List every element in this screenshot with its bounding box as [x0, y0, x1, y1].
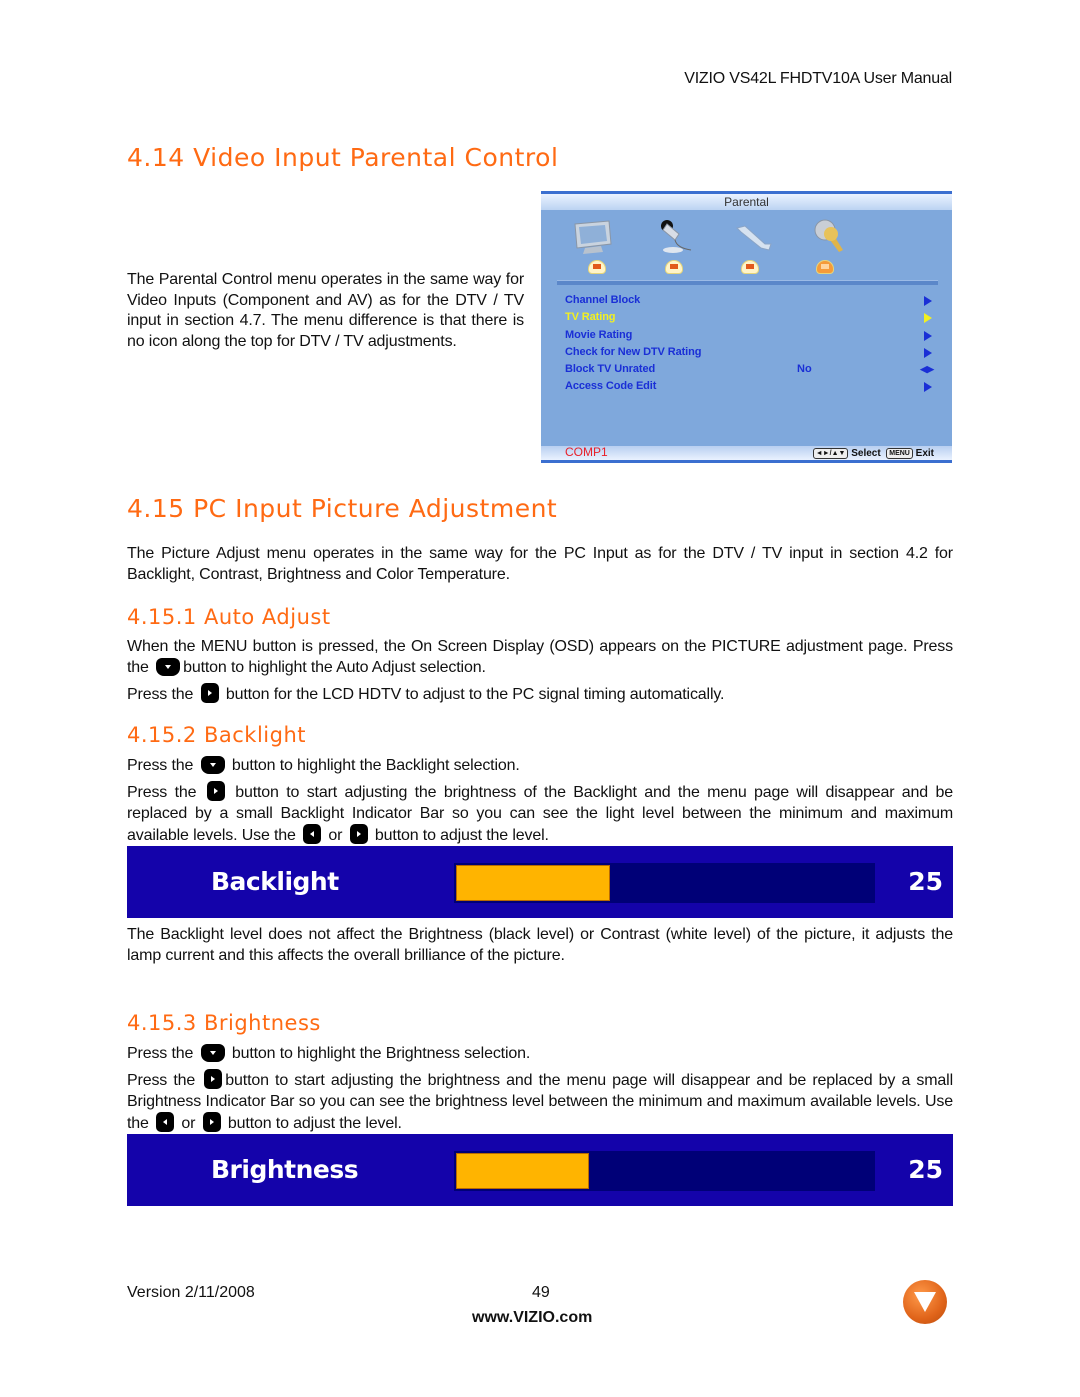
wrench-icon[interactable]	[731, 218, 775, 256]
brightness-paragraph-2: Press the button to start adjusting the …	[127, 1069, 953, 1135]
section-heading-backlight: 4.15.2 Backlight	[127, 723, 306, 747]
arrow-left-right-icon: ◀▶	[920, 364, 934, 374]
osd-tab-setup[interactable]	[741, 260, 759, 274]
text: Press the	[127, 1072, 202, 1089]
backlight-paragraph-3: The Backlight level does not affect the …	[127, 926, 953, 964]
osd-item-check-new-dtv-rating[interactable]: Check for New DTV Rating	[565, 346, 701, 358]
microphone-icon[interactable]	[655, 218, 699, 256]
brightness-slider-track[interactable]	[454, 1151, 875, 1191]
right-button-icon	[349, 824, 368, 844]
backlight-indicator-value: 25	[908, 867, 943, 896]
text: Press the	[127, 1045, 198, 1062]
right-button-icon	[206, 781, 225, 801]
text: or	[177, 1115, 200, 1132]
osd-item-movie-rating[interactable]: Movie Rating	[565, 329, 632, 341]
arrow-right-icon	[924, 348, 932, 358]
backlight-slider-track[interactable]	[454, 863, 875, 903]
backlight-indicator-bar: Backlight 25	[127, 846, 953, 918]
osd-item-channel-block[interactable]: Channel Block	[565, 294, 640, 306]
footer-version: Version 2/11/2008	[127, 1284, 255, 1301]
backlight-indicator-label: Backlight	[211, 867, 339, 896]
osd-tab-parental[interactable]	[816, 260, 834, 274]
picture-adjust-description: The Picture Adjust menu operates in the …	[127, 545, 953, 583]
text: or	[324, 827, 347, 844]
osd-tab-audio[interactable]	[665, 260, 683, 274]
backlight-paragraph-2: Press the button to start adjusting the …	[127, 781, 953, 847]
osd-hint: ◄►/▲▼ Select MENU Exit	[812, 448, 934, 459]
text: button for the LCD HDTV to adjust to the…	[221, 686, 725, 703]
text: Press the	[127, 757, 198, 774]
auto-adjust-paragraph-1: When the MENU button is pressed, the On …	[127, 637, 953, 678]
nav-key-icon: ◄►/▲▼	[812, 448, 849, 459]
brightness-indicator-label: Brightness	[211, 1155, 359, 1184]
manual-title: VIZIO VS42L FHDTV10A User Manual	[684, 70, 952, 87]
left-button-icon	[156, 1112, 175, 1132]
arrow-right-icon	[924, 296, 932, 306]
keys-icon[interactable]	[807, 218, 851, 256]
footer-url[interactable]: www.VIZIO.com	[472, 1309, 592, 1327]
right-button-icon	[200, 683, 219, 703]
osd-divider	[557, 280, 938, 285]
text: button to highlight the Backlight select…	[227, 757, 520, 774]
backlight-paragraph-1: Press the button to highlight the Backli…	[127, 756, 953, 777]
exit-hint: Exit	[915, 448, 934, 459]
text: button to adjust the level.	[370, 827, 549, 844]
text: Press the	[127, 784, 204, 801]
arrow-right-icon	[924, 331, 932, 341]
text: button to adjust the level.	[223, 1115, 402, 1132]
tv-screen-icon[interactable]	[571, 218, 615, 256]
osd-item-access-code-edit[interactable]: Access Code Edit	[565, 380, 656, 392]
text: button to highlight the Auto Adjust sele…	[183, 658, 486, 676]
section-heading-4-15: 4.15 PC Input Picture Adjustment	[127, 494, 558, 523]
brightness-paragraph-1: Press the button to highlight the Bright…	[127, 1044, 953, 1065]
text: button to highlight the Brightness selec…	[227, 1045, 531, 1062]
osd-icon-row	[571, 218, 871, 258]
osd-tab-row	[541, 260, 952, 276]
vizio-v-logo-icon	[903, 1280, 947, 1324]
brightness-indicator-bar: Brightness 25	[127, 1134, 953, 1206]
down-button-icon	[200, 1044, 225, 1062]
brightness-indicator-value: 25	[908, 1155, 943, 1184]
down-button-icon	[200, 756, 225, 774]
left-button-icon	[303, 824, 322, 844]
backlight-slider-fill	[456, 865, 610, 901]
arrow-right-icon	[924, 382, 932, 392]
select-hint: Select	[851, 448, 881, 459]
right-button-icon	[202, 1112, 221, 1132]
osd-tab-tv[interactable]	[588, 260, 606, 274]
section-heading-4-14: 4.14 Video Input Parental Control	[127, 143, 559, 172]
osd-value-block-tv-unrated: No	[797, 363, 812, 375]
parental-osd-menu: Parental Channel Block TV Rating Movie R…	[541, 191, 952, 463]
arrow-right-icon	[924, 313, 932, 323]
page-number: 49	[532, 1284, 550, 1301]
down-button-icon	[156, 657, 181, 676]
parental-description: The Parental Control menu operates in th…	[127, 271, 524, 350]
osd-input-label: COMP1	[565, 445, 608, 459]
osd-item-block-tv-unrated[interactable]: Block TV Unrated	[565, 363, 655, 375]
osd-title: Parental	[541, 194, 952, 210]
brightness-slider-fill	[456, 1153, 589, 1189]
auto-adjust-paragraph-2: Press the button for the LCD HDTV to adj…	[127, 683, 953, 706]
section-heading-brightness: 4.15.3 Brightness	[127, 1011, 321, 1035]
osd-footer: COMP1 ◄►/▲▼ Select MENU Exit	[541, 445, 952, 460]
section-heading-auto-adjust: 4.15.1 Auto Adjust	[127, 605, 331, 629]
osd-item-tv-rating[interactable]: TV Rating	[565, 311, 616, 323]
text: Press the	[127, 686, 198, 703]
menu-key-icon: MENU	[886, 448, 913, 459]
right-button-icon	[204, 1069, 223, 1089]
